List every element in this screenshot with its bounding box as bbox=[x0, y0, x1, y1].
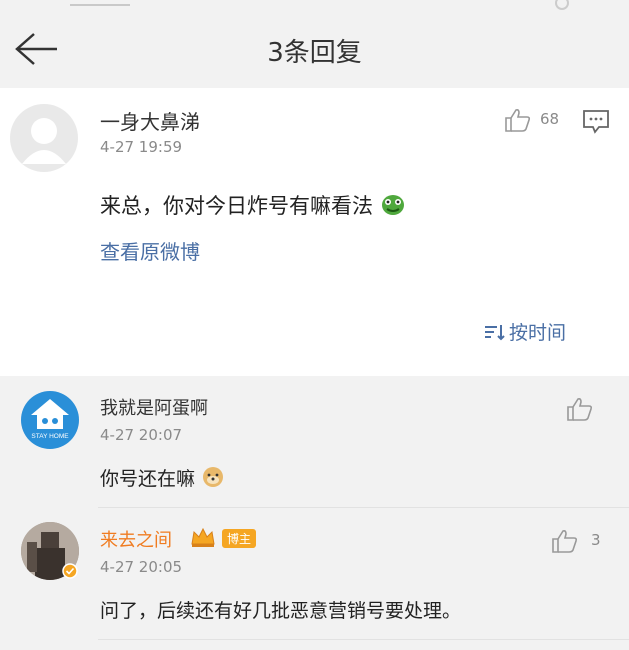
avatar[interactable] bbox=[10, 104, 78, 172]
reply-content: 问了，后续还有好几批恶意营销号要处理。 bbox=[100, 600, 462, 622]
comment-time: 4-27 19:59 bbox=[100, 138, 183, 156]
like-button[interactable] bbox=[566, 396, 596, 422]
crown-icon bbox=[191, 527, 215, 547]
reply-button[interactable] bbox=[582, 108, 610, 134]
view-original-link[interactable]: 查看原微博 bbox=[100, 236, 200, 265]
like-button[interactable] bbox=[504, 107, 534, 133]
thumbs-up-icon bbox=[505, 109, 531, 132]
reply-time: 4-27 20:05 bbox=[100, 558, 183, 576]
reply-item: STAY HOME 我就是阿蛋啊 4-27 20:07 你号还在嘛 bbox=[0, 376, 629, 508]
doge-emoji-icon bbox=[203, 467, 224, 487]
reply-username[interactable]: 来去之间 bbox=[100, 526, 172, 552]
status-bar bbox=[0, 0, 629, 10]
comment-icon bbox=[583, 110, 609, 134]
reply-item: 来去之间 博主 4-27 20:05 3 问了，后续还有好几批恶意营销号要处理。 bbox=[0, 508, 629, 650]
comment-username[interactable]: 一身大鼻涕 bbox=[100, 106, 200, 135]
alien-emoji-icon bbox=[381, 195, 404, 215]
verified-icon bbox=[62, 563, 78, 579]
main-comment-card: 一身大鼻涕 4-27 19:59 68 来总，你对今日炸号有嘛看法 查看原微博 bbox=[0, 88, 629, 376]
reply-time: 4-27 20:07 bbox=[100, 426, 183, 444]
reply-content: 你号还在嘛 bbox=[100, 464, 225, 491]
signal-indicator bbox=[70, 0, 130, 6]
thumbs-up-icon bbox=[552, 530, 578, 553]
nav-header: 3条回复 bbox=[0, 10, 629, 88]
sort-label: 按时间 bbox=[509, 322, 567, 344]
thumbs-up-icon bbox=[567, 398, 593, 421]
comment-text: 来总，你对今日炸号有嘛看法 bbox=[100, 194, 373, 218]
comment-content: 来总，你对今日炸号有嘛看法 bbox=[100, 190, 406, 220]
divider bbox=[98, 639, 629, 640]
stay-home-avatar-icon: STAY HOME bbox=[31, 399, 69, 440]
sort-by-time-button[interactable]: 按时间 bbox=[483, 318, 566, 345]
blogger-badge: 博主 bbox=[222, 529, 257, 548]
like-count: 68 bbox=[540, 110, 560, 128]
reply-text: 你号还在嘛 bbox=[100, 468, 196, 490]
reply-username[interactable]: 我就是阿蛋啊 bbox=[100, 394, 208, 420]
sort-icon bbox=[485, 324, 505, 340]
like-button[interactable] bbox=[551, 528, 581, 554]
like-count: 3 bbox=[591, 531, 601, 549]
page-title: 3条回复 bbox=[267, 38, 362, 68]
status-icon bbox=[555, 0, 569, 10]
svg-text:STAY HOME: STAY HOME bbox=[31, 433, 69, 440]
avatar[interactable]: STAY HOME bbox=[21, 391, 79, 449]
default-avatar-icon bbox=[22, 118, 66, 164]
